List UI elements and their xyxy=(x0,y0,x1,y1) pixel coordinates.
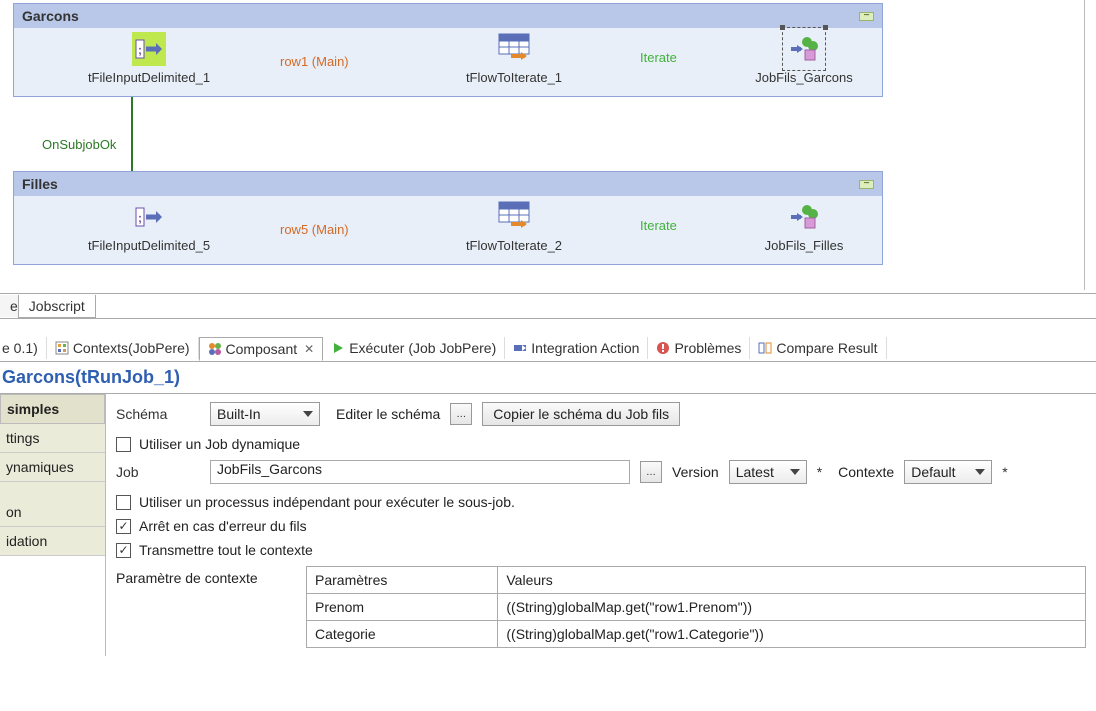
file-input-icon: ; xyxy=(132,32,166,66)
link-row5-label[interactable]: row5 (Main) xyxy=(280,222,349,237)
tab-executer[interactable]: Exécuter (Job JobPere) xyxy=(323,337,505,359)
component-label: tFileInputDelimited_1 xyxy=(64,70,234,85)
param-context-label: Paramètre de contexte xyxy=(116,570,258,586)
component-title: Garcons(tRunJob_1) xyxy=(0,362,1096,394)
file-input-icon: ; xyxy=(132,200,166,234)
transmit-context-checkbox[interactable] xyxy=(116,543,131,558)
properties-left-nav: simples ttings ynamiques on idation xyxy=(0,394,106,656)
nav-simples[interactable]: simples xyxy=(0,394,105,424)
component-label: tFlowToIterate_2 xyxy=(444,238,584,253)
runjob-icon xyxy=(787,200,821,234)
component-tfileinputdelimited-5[interactable]: ; tFileInputDelimited_5 xyxy=(64,200,234,253)
table-row: Categorie((String)globalMap.get("row1.Ca… xyxy=(307,621,1086,648)
editor-tabstrip: e Jobscript xyxy=(0,293,1096,319)
subjob-garcons[interactable]: Garcons − ; tFileInputDelimited_1 tFlowT… xyxy=(13,3,883,97)
nav-dynamiques[interactable]: ynamiques xyxy=(0,453,105,482)
svg-text:;: ; xyxy=(138,211,142,225)
run-icon xyxy=(331,341,345,355)
nav-settings[interactable]: ttings xyxy=(0,424,105,453)
context-label: Contexte xyxy=(838,464,894,480)
contexts-icon xyxy=(55,341,69,355)
col-valeurs: Valeurs xyxy=(498,567,1086,594)
svg-text:;: ; xyxy=(138,43,142,57)
copy-schema-button[interactable]: Copier le schéma du Job fils xyxy=(482,402,680,426)
tab-integration-action[interactable]: Integration Action xyxy=(505,337,648,359)
version-label: Version xyxy=(672,464,719,480)
nav-idation[interactable]: idation xyxy=(0,527,105,556)
tab-problemes[interactable]: Problèmes xyxy=(648,337,750,359)
schema-label: Schéma xyxy=(116,406,200,422)
properties-tabstrip: e 0.1) Contexts(JobPere) Composant ✕ Exé… xyxy=(0,334,1096,362)
flow-iterate-icon xyxy=(497,32,531,66)
tab-composant[interactable]: Composant ✕ xyxy=(199,337,324,361)
link-row1-label[interactable]: row1 (Main) xyxy=(280,54,349,69)
component-tflowtoiterate-1[interactable]: tFlowToIterate_1 xyxy=(444,32,584,85)
subjob-minimize-button[interactable]: − xyxy=(859,12,874,21)
subjob-garcons-title: Garcons xyxy=(22,8,79,24)
link-onsubjobok-label[interactable]: OnSubjobOk xyxy=(42,137,116,152)
problems-icon xyxy=(656,341,670,355)
component-form: Schéma Built-In Editer le schéma … Copie… xyxy=(106,394,1096,656)
compare-icon xyxy=(758,341,772,355)
stop-on-error-checkbox[interactable] xyxy=(116,519,131,534)
col-parametres: Paramètres xyxy=(307,567,498,594)
context-param-table[interactable]: ParamètresValeurs Prenom((String)globalM… xyxy=(306,566,1086,648)
independent-process-label: Utiliser un processus indépendant pour e… xyxy=(139,494,515,510)
subjob-filles-title: Filles xyxy=(22,176,58,192)
transmit-context-label: Transmettre tout le contexte xyxy=(139,542,313,558)
independent-process-checkbox[interactable] xyxy=(116,495,131,510)
link-iterate-label-2[interactable]: Iterate xyxy=(640,218,677,233)
tab-partial[interactable]: e 0.1) xyxy=(0,337,47,359)
subjob-minimize-button[interactable]: − xyxy=(859,180,874,189)
tab-jobscript[interactable]: Jobscript xyxy=(18,295,96,318)
nav-on[interactable]: on xyxy=(0,482,105,527)
component-label: tFlowToIterate_1 xyxy=(444,70,584,85)
edit-schema-button[interactable]: … xyxy=(450,403,472,425)
component-tfileinputdelimited-1[interactable]: ; tFileInputDelimited_1 xyxy=(64,32,234,85)
edit-schema-label: Editer le schéma xyxy=(336,406,440,422)
component-label: JobFils_Filles xyxy=(734,238,874,253)
tab-contexts[interactable]: Contexts(JobPere) xyxy=(47,337,199,359)
close-icon[interactable]: ✕ xyxy=(301,342,314,356)
flow-iterate-icon xyxy=(497,200,531,234)
schema-select[interactable]: Built-In xyxy=(210,402,320,426)
component-label: JobFils_Garcons xyxy=(734,70,874,85)
component-label: tFileInputDelimited_5 xyxy=(64,238,234,253)
context-select[interactable]: Default xyxy=(904,460,992,484)
integration-icon xyxy=(513,341,527,355)
designer-canvas[interactable]: Garcons − ; tFileInputDelimited_1 tFlowT… xyxy=(0,0,1085,290)
use-dynamic-job-checkbox[interactable] xyxy=(116,437,131,452)
job-browse-button[interactable]: … xyxy=(640,461,662,483)
component-jobfils-filles[interactable]: JobFils_Filles xyxy=(734,200,874,253)
tab-compare-result[interactable]: Compare Result xyxy=(750,337,886,359)
job-label: Job xyxy=(116,464,200,480)
component-tflowtoiterate-2[interactable]: tFlowToIterate_2 xyxy=(444,200,584,253)
stop-on-error-label: Arrêt en cas d'erreur du fils xyxy=(139,518,307,534)
runjob-icon xyxy=(787,32,821,66)
link-iterate-label[interactable]: Iterate xyxy=(640,50,677,65)
job-input[interactable]: JobFils_Garcons xyxy=(210,460,630,484)
table-row: Prenom((String)globalMap.get("row1.Preno… xyxy=(307,594,1086,621)
component-jobfils-garcons[interactable]: JobFils_Garcons xyxy=(734,32,874,85)
version-select[interactable]: Latest xyxy=(729,460,807,484)
use-dynamic-job-label: Utiliser un Job dynamique xyxy=(139,436,300,452)
subjob-filles[interactable]: Filles − ; tFileInputDelimited_5 tFlowTo… xyxy=(13,171,883,265)
tab-partial-left[interactable]: e xyxy=(0,295,18,317)
component-icon xyxy=(208,342,222,356)
